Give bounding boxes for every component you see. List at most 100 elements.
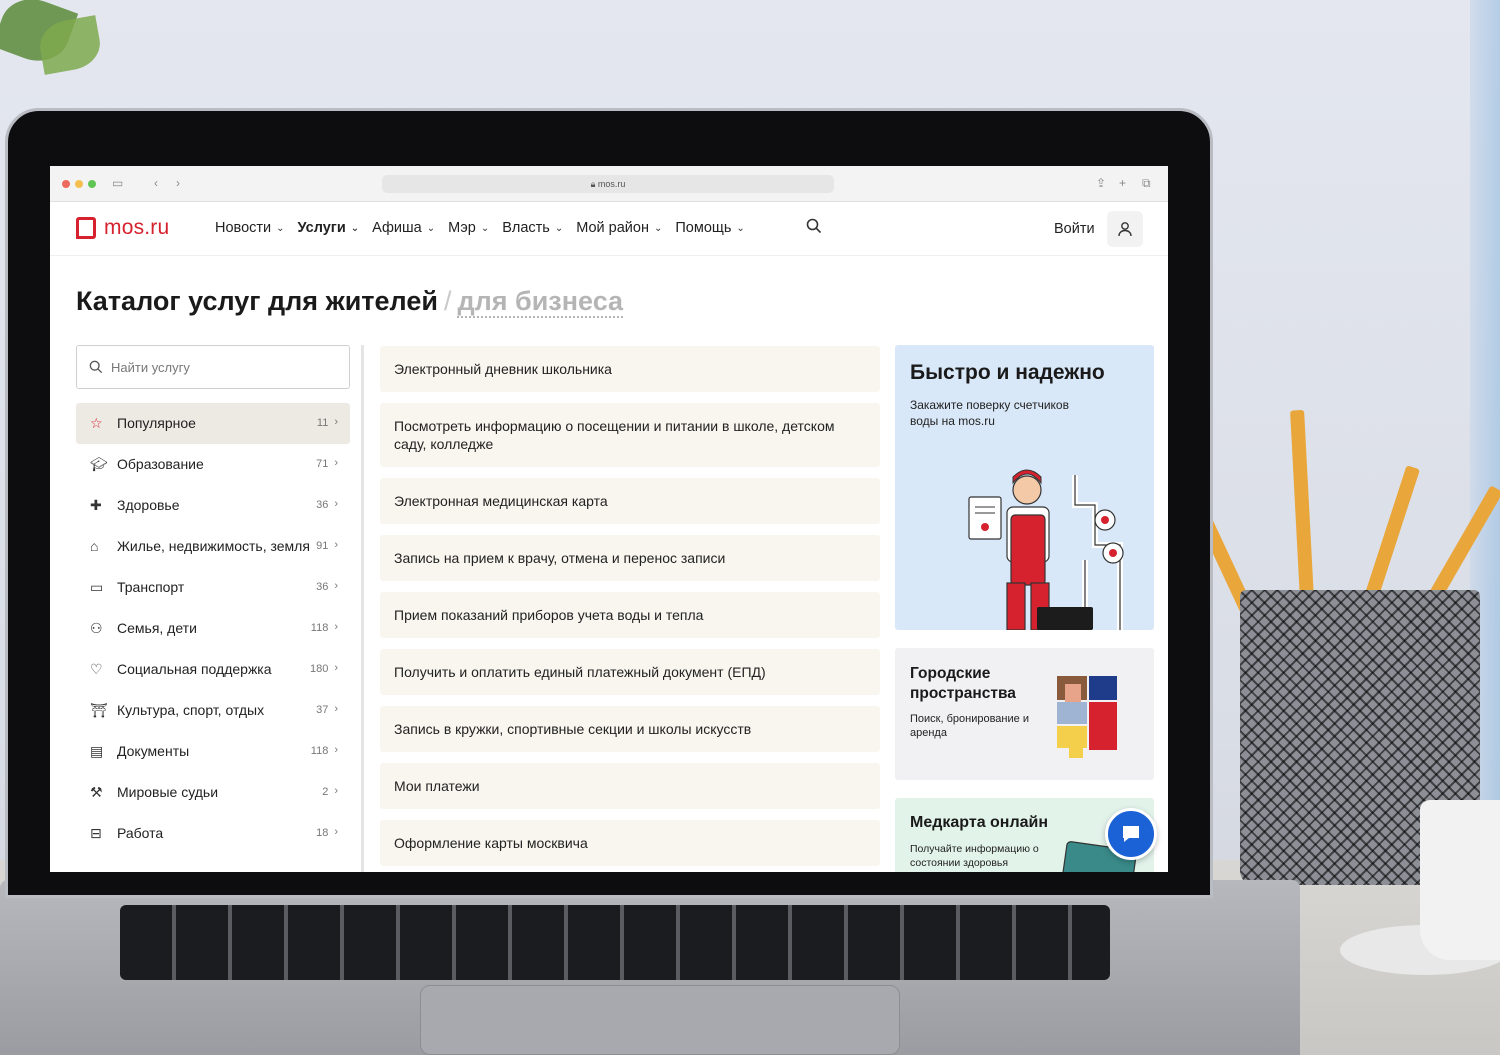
service-item[interactable]: Посмотреть информацию о посещении и пита… [380, 403, 880, 467]
nav-services[interactable]: Услуги ⌄ [298, 220, 360, 236]
medical-cross-icon: ✚ [90, 497, 102, 513]
service-item[interactable]: Оформление карты москвича [380, 820, 880, 866]
category-magistrates[interactable]: ⚒ Мировые судьи 2 › [76, 772, 350, 813]
laptop-keyboard [120, 905, 1110, 980]
document-icon: ▤ [90, 743, 104, 759]
service-item[interactable]: Прием показаний приборов учета воды и те… [380, 592, 880, 638]
lock-icon: 🔒︎ [590, 179, 596, 189]
nav-label: Мэр [448, 220, 476, 236]
category-social-support[interactable]: ♡ Социальная поддержка 180 › [76, 649, 350, 690]
category-label: Мировые судьи [117, 784, 219, 800]
share-icon[interactable]: ⇪ [1096, 176, 1106, 190]
service-item[interactable]: Запись на прием к врачу, отмена и перено… [380, 535, 880, 581]
service-item[interactable]: Получить и оплатить единый платежный док… [380, 649, 880, 695]
nav-label: Афиша [372, 220, 422, 236]
nav-afisha[interactable]: Афиша ⌄ [372, 220, 435, 236]
star-icon: ☆ [90, 415, 103, 431]
login-link[interactable]: Войти [1054, 221, 1095, 237]
category-label: Работа [117, 825, 164, 841]
category-transport[interactable]: ▭ Транспорт 36 › [76, 567, 350, 608]
nav-my-district[interactable]: Мой район ⌄ [576, 220, 662, 236]
forward-arrow-icon[interactable]: › [176, 176, 180, 190]
briefcase-icon: ⊟ [90, 825, 102, 841]
page-title: Каталог услуг для жителей / для бизнеса [76, 286, 624, 318]
chat-bubble-icon [1123, 826, 1139, 842]
category-count: 36 [316, 499, 329, 511]
service-list: Электронный дневник школьника Посмотреть… [380, 346, 880, 872]
category-count: 18 [316, 827, 329, 839]
promo-water-meters[interactable]: Быстро и надежно Закажите поверку счетчи… [895, 345, 1154, 630]
user-profile-button[interactable] [1107, 211, 1143, 247]
page-title-residents: Каталог услуг для жителей [76, 286, 438, 316]
category-education[interactable]: 🎓︎ Образование 71 › [76, 444, 350, 485]
category-label: Социальная поддержка [117, 661, 272, 677]
category-count: 91 [316, 540, 329, 552]
chevron-right-icon: › [334, 539, 338, 551]
nav-authority[interactable]: Власть ⌄ [502, 220, 563, 236]
category-housing[interactable]: ⌂ Жилье, недвижимость, земля 91 › [76, 526, 350, 567]
user-icon [1118, 222, 1132, 237]
category-count: 180 [309, 663, 329, 675]
sidebar-toggle-icon[interactable]: ▭ [112, 176, 123, 190]
category-count: 11 [316, 417, 329, 429]
category-label: Культура, спорт, отдых [117, 702, 265, 718]
plumber-illustration [968, 469, 1124, 630]
logo-text: mos.ru [104, 216, 170, 239]
search-icon[interactable] [806, 218, 822, 239]
new-tab-icon[interactable]: + [1119, 176, 1126, 190]
scrollbar-divider[interactable] [361, 345, 364, 872]
category-label: Семья, дети [117, 620, 197, 636]
promo-title: Городские пространства [910, 665, 1016, 702]
browser-toolbar: ▭ ‹ › 🔒︎ mos.ru ⇪ + ⧉ [50, 166, 1168, 202]
promo-city-spaces[interactable]: Городские пространства Поиск, бронирован… [895, 648, 1154, 780]
service-item[interactable]: Электронная медицинская карта [380, 478, 880, 524]
nav-help[interactable]: Помощь ⌄ [675, 220, 744, 236]
chevron-right-icon: › [334, 744, 338, 756]
gavel-icon: ⚒ [90, 784, 103, 800]
service-item[interactable]: Запись в кружки, спортивные секции и шко… [380, 706, 880, 752]
nav-mayor[interactable]: Мэр ⌄ [448, 220, 489, 236]
chevron-right-icon: › [334, 703, 338, 715]
category-label: Здоровье [117, 497, 180, 513]
category-count: 118 [310, 622, 329, 634]
chat-support-button[interactable] [1105, 808, 1157, 860]
minimize-window-button[interactable] [75, 180, 83, 188]
category-label: Транспорт [117, 579, 185, 595]
nav-news[interactable]: Новости ⌄ [215, 220, 285, 236]
chevron-right-icon: › [334, 826, 338, 838]
chevron-right-icon: › [334, 580, 338, 592]
category-documents[interactable]: ▤ Документы 118 › [76, 731, 350, 772]
chevron-down-icon: ⌄ [480, 222, 490, 234]
category-culture[interactable]: ⛩︎ Культура, спорт, отдых 37 › [76, 690, 350, 731]
back-arrow-icon[interactable]: ‹ [154, 176, 158, 190]
tab-overview-icon[interactable]: ⧉ [1142, 176, 1151, 191]
nav-label: Мой район [576, 220, 649, 236]
site-logo[interactable]: mos.ru [76, 216, 169, 240]
service-item[interactable]: Мои платежи [380, 763, 880, 809]
chevron-down-icon: ⌄ [276, 222, 285, 234]
category-health[interactable]: ✚ Здоровье 36 › [76, 485, 350, 526]
category-count: 2 [322, 786, 329, 798]
zoom-window-button[interactable] [88, 180, 96, 188]
service-item[interactable]: Электронный дневник школьника [380, 346, 880, 392]
chevron-right-icon: › [334, 621, 338, 633]
chevron-right-icon: › [334, 457, 338, 469]
service-search-input[interactable]: Найти услугу [76, 345, 350, 389]
museum-icon: ⛩︎ [90, 702, 108, 718]
category-label: Образование [117, 456, 204, 472]
category-popular[interactable]: ☆ Популярное 11 › [76, 403, 350, 444]
heart-icon: ♡ [90, 661, 103, 677]
business-catalog-link[interactable]: для бизнеса [457, 286, 624, 318]
close-window-button[interactable] [62, 180, 70, 188]
promo-subtitle: Поиск, бронирование и аренда [910, 713, 1029, 739]
category-work[interactable]: ⊟ Работа 18 › [76, 813, 350, 854]
logo-mark-icon [76, 217, 96, 239]
category-family[interactable]: ⚇ Семья, дети 118 › [76, 608, 350, 649]
category-count: 37 [316, 704, 329, 716]
chevron-down-icon: ⌄ [554, 222, 564, 234]
search-placeholder: Найти услугу [111, 359, 190, 375]
chevron-right-icon: › [334, 662, 338, 674]
city-blocks-illustration [1057, 676, 1117, 758]
address-bar[interactable]: 🔒︎ mos.ru [382, 175, 834, 193]
nav-label: Власть [502, 220, 550, 236]
